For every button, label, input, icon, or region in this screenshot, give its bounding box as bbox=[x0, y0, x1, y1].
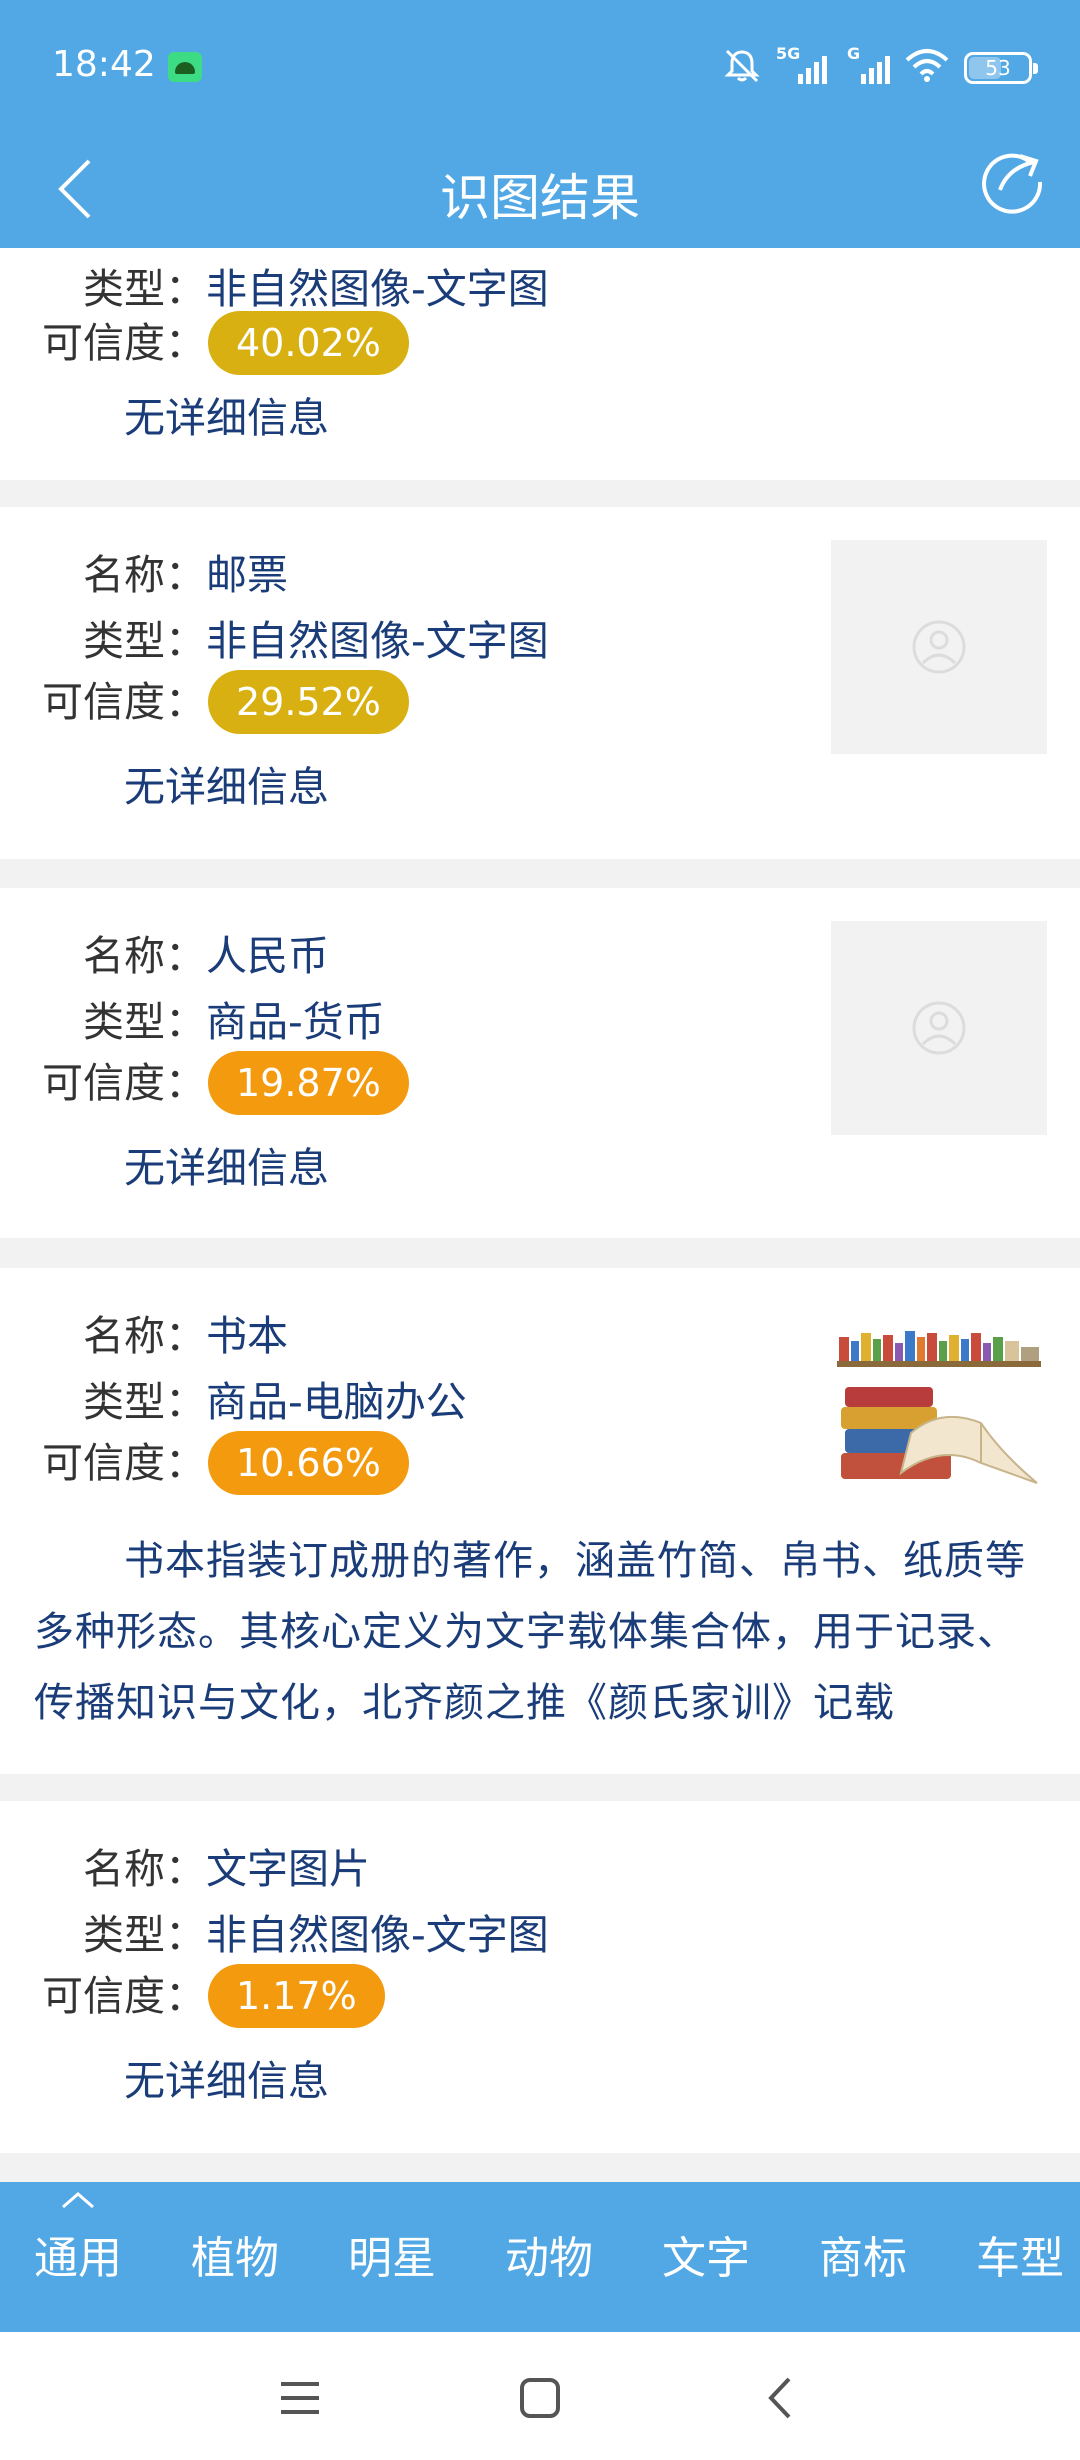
top-bar: 18:42 5G G 53 识图结果 bbox=[0, 0, 1080, 248]
no-detail-text: 无详细信息 bbox=[124, 394, 329, 442]
result-thumbnail[interactable] bbox=[831, 921, 1047, 1135]
image-placeholder-icon bbox=[912, 1001, 966, 1055]
back-icon[interactable] bbox=[750, 2368, 810, 2428]
books-thumbnail[interactable] bbox=[831, 1301, 1047, 1515]
chevron-up-icon[interactable] bbox=[60, 2190, 96, 2210]
result-card[interactable]: 名称： 文字图片 类型： 非自然图像-文字图 可信度： 1.17% 无详细信息 bbox=[0, 1801, 1080, 2153]
battery-level: 53 bbox=[985, 56, 1011, 80]
category-tab-bar: 通用 植物 明星 动物 文字 商标 车型 bbox=[0, 2182, 1080, 2332]
confidence-label: 可信度： bbox=[42, 1972, 206, 2020]
tab-animal[interactable]: 动物 bbox=[505, 2224, 593, 2294]
confidence-label: 可信度： bbox=[42, 1439, 206, 1487]
type-value: 非自然图像-文字图 bbox=[206, 265, 549, 313]
result-card[interactable]: 名称： 书本 类型： 商品-电脑办公 可信度： 10.66% 书本指装订成册的著… bbox=[0, 1268, 1080, 1774]
type-label: 类型： bbox=[83, 998, 206, 1046]
confidence-badge: 19.87% bbox=[208, 1051, 409, 1115]
type-label: 类型： bbox=[83, 1911, 206, 1959]
name-label: 名称： bbox=[83, 551, 206, 599]
name-value: 书本 bbox=[206, 1312, 288, 1360]
type-value: 非自然图像-文字图 bbox=[206, 617, 549, 665]
type-label: 类型： bbox=[83, 617, 206, 665]
confidence-badge: 10.66% bbox=[208, 1431, 409, 1495]
result-description: 书本指装订成册的著作，涵盖竹简、帛书、纸质等多种形态。其核心定义为文字载体集合体… bbox=[34, 1538, 1026, 1726]
name-value: 邮票 bbox=[206, 551, 288, 599]
confidence-badge: 40.02% bbox=[208, 311, 409, 375]
battery-icon: 53 bbox=[964, 52, 1038, 84]
result-thumbnail[interactable] bbox=[831, 540, 1047, 754]
tab-general[interactable]: 通用 bbox=[34, 2224, 122, 2294]
result-card[interactable]: 类型： 非自然图像-文字图 可信度： 40.02% 无详细信息 bbox=[0, 248, 1080, 480]
status-bar: 18:42 5G G 53 bbox=[0, 0, 1080, 130]
status-right-icons: 5G G 53 bbox=[722, 44, 1038, 92]
menu-icon[interactable] bbox=[270, 2368, 330, 2428]
confidence-badge: 29.52% bbox=[208, 670, 409, 734]
page-title: 识图结果 bbox=[440, 169, 640, 227]
signal-5g-icon: 5G bbox=[776, 44, 827, 84]
no-detail-text: 无详细信息 bbox=[124, 763, 329, 811]
no-detail-text: 无详细信息 bbox=[124, 1144, 329, 1192]
result-card[interactable]: 名称： 邮票 类型： 非自然图像-文字图 可信度： 29.52% 无详细信息 bbox=[0, 507, 1080, 859]
share-icon[interactable] bbox=[974, 140, 1050, 216]
name-label: 名称： bbox=[83, 932, 206, 980]
type-label: 类型： bbox=[83, 1378, 206, 1426]
confidence-badge: 1.17% bbox=[208, 1964, 385, 2028]
confidence-label: 可信度： bbox=[42, 678, 206, 726]
app-bar: 识图结果 bbox=[0, 130, 1080, 248]
status-time: 18:42 bbox=[52, 44, 156, 85]
type-value: 非自然图像-文字图 bbox=[206, 1911, 549, 1959]
books-illustration bbox=[837, 1331, 1041, 1484]
type-value: 商品-货币 bbox=[206, 998, 385, 1046]
home-square-icon[interactable] bbox=[510, 2368, 570, 2428]
confidence-label: 可信度： bbox=[42, 319, 206, 367]
tab-celebrity[interactable]: 明星 bbox=[348, 2224, 436, 2294]
android-notification-icon bbox=[168, 52, 202, 82]
tab-text[interactable]: 文字 bbox=[662, 2224, 750, 2294]
confidence-label: 可信度： bbox=[42, 1059, 206, 1107]
name-value: 文字图片 bbox=[206, 1845, 370, 1893]
result-card[interactable]: 名称： 人民币 类型： 商品-货币 可信度： 19.87% 无详细信息 bbox=[0, 888, 1080, 1238]
tab-car-model[interactable]: 车型 bbox=[976, 2224, 1064, 2294]
image-placeholder-icon bbox=[912, 620, 966, 674]
tab-plant[interactable]: 植物 bbox=[191, 2224, 279, 2294]
tab-logo[interactable]: 商标 bbox=[819, 2224, 907, 2294]
system-nav-bar bbox=[0, 2332, 1080, 2460]
signal-g-icon: G bbox=[847, 44, 890, 84]
type-value: 商品-电脑办公 bbox=[206, 1378, 467, 1426]
mute-bell-icon bbox=[722, 46, 762, 90]
no-detail-text: 无详细信息 bbox=[124, 2057, 329, 2105]
wifi-icon bbox=[904, 48, 950, 88]
name-label: 名称： bbox=[83, 1312, 206, 1360]
name-label: 名称： bbox=[83, 1845, 206, 1893]
name-value: 人民币 bbox=[206, 932, 329, 980]
results-list[interactable]: 类型： 非自然图像-文字图 可信度： 40.02% 无详细信息 名称： 邮票 类… bbox=[0, 248, 1080, 2182]
type-label: 类型： bbox=[83, 265, 206, 313]
